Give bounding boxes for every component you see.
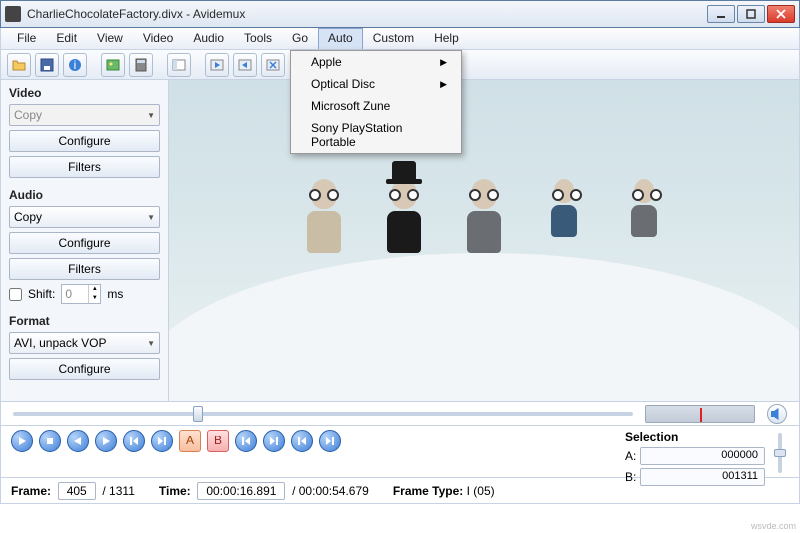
prev-keyframe-button[interactable] xyxy=(123,430,145,452)
frame-current[interactable]: 405 xyxy=(58,482,96,500)
shift-unit: ms xyxy=(107,287,123,301)
audio-filters-button[interactable]: Filters xyxy=(9,258,160,280)
next-keyframe-button[interactable] xyxy=(151,430,173,452)
auto-menu-zune[interactable]: Microsoft Zune xyxy=(291,95,461,117)
time-total: / 00:00:54.679 xyxy=(292,484,369,498)
watermark: wsvde.com xyxy=(751,521,796,531)
video-configure-button[interactable]: Configure xyxy=(9,130,160,152)
audio-section: Audio Copy▼ Configure Filters Shift: 0▲▼… xyxy=(9,188,160,304)
save-icon[interactable] xyxy=(35,53,59,77)
chevron-down-icon: ▼ xyxy=(147,111,155,120)
seek-a-icon[interactable] xyxy=(205,53,229,77)
maximize-button[interactable] xyxy=(737,5,765,23)
audio-label: Audio xyxy=(9,188,160,202)
menu-audio[interactable]: Audio xyxy=(183,28,234,49)
audio-codec-select[interactable]: Copy▼ xyxy=(9,206,160,228)
audio-configure-button[interactable]: Configure xyxy=(9,232,160,254)
frametype-label: Frame Type: xyxy=(393,484,463,498)
frame-label: Frame: xyxy=(11,484,51,498)
open-icon[interactable] xyxy=(7,53,31,77)
chevron-down-icon: ▼ xyxy=(147,339,155,348)
controls-row: A B Selection A:000000 B:001311 xyxy=(0,426,800,478)
timeline-thumb[interactable] xyxy=(193,406,203,422)
volume-icon[interactable] xyxy=(767,404,787,424)
app-icon xyxy=(5,6,21,22)
prev-frame-button[interactable] xyxy=(67,430,89,452)
auto-menu-apple[interactable]: Apple▶ xyxy=(291,51,461,73)
format-label: Format xyxy=(9,314,160,328)
submenu-arrow-icon: ▶ xyxy=(440,57,447,68)
set-marker-a-button[interactable]: A xyxy=(179,430,201,452)
format-select[interactable]: AVI, unpack VOP▼ xyxy=(9,332,160,354)
video-preview xyxy=(169,80,799,401)
svg-text:B: B xyxy=(214,436,222,446)
timeline-row xyxy=(0,402,800,426)
selection-b-label: B: xyxy=(625,470,636,484)
frame-total: / 1311 xyxy=(102,484,134,498)
video-section: Video Copy▼ Configure Filters xyxy=(9,86,160,178)
menu-bar: File Edit View Video Audio Tools Go Auto… xyxy=(0,28,800,50)
scrub-wheel[interactable] xyxy=(645,405,755,423)
window-title: CharlieChocolateFactory.divx - Avidemux xyxy=(27,7,707,21)
playback-controls: A B xyxy=(11,430,625,477)
selection-b-value[interactable]: 001311 xyxy=(640,468,765,486)
cut-icon[interactable] xyxy=(261,53,285,77)
next-black-frame-button[interactable] xyxy=(263,430,285,452)
panel-icon[interactable] xyxy=(167,53,191,77)
shift-spinner[interactable]: 0▲▼ xyxy=(61,284,101,304)
menu-file[interactable]: File xyxy=(7,28,46,49)
set-marker-b-button[interactable]: B xyxy=(207,430,229,452)
stop-button[interactable] xyxy=(39,430,61,452)
seek-b-icon[interactable] xyxy=(233,53,257,77)
calculator-icon[interactable] xyxy=(129,53,153,77)
auto-menu-optical-disc[interactable]: Optical Disc▶ xyxy=(291,73,461,95)
next-frame-button[interactable] xyxy=(95,430,117,452)
first-frame-button[interactable] xyxy=(291,430,313,452)
svg-text:i: i xyxy=(74,58,77,72)
timeline-slider[interactable] xyxy=(13,412,633,416)
last-frame-button[interactable] xyxy=(319,430,341,452)
picture-icon[interactable] xyxy=(101,53,125,77)
audio-shift-row: Shift: 0▲▼ ms xyxy=(9,284,160,304)
shift-label: Shift: xyxy=(28,287,55,301)
menu-go[interactable]: Go xyxy=(282,28,318,49)
selection-a-label: A: xyxy=(625,449,636,463)
time-label: Time: xyxy=(159,484,191,498)
auto-menu-dropdown: Apple▶ Optical Disc▶ Microsoft Zune Sony… xyxy=(290,50,462,154)
window-controls xyxy=(707,5,795,23)
format-section: Format AVI, unpack VOP▼ Configure xyxy=(9,314,160,380)
title-bar: CharlieChocolateFactory.divx - Avidemux xyxy=(0,0,800,28)
prev-black-frame-button[interactable] xyxy=(235,430,257,452)
format-configure-button[interactable]: Configure xyxy=(9,358,160,380)
volume-slider[interactable] xyxy=(771,430,789,476)
video-filters-button[interactable]: Filters xyxy=(9,156,160,178)
menu-help[interactable]: Help xyxy=(424,28,469,49)
menu-tools[interactable]: Tools xyxy=(234,28,282,49)
info-icon[interactable]: i xyxy=(63,53,87,77)
menu-custom[interactable]: Custom xyxy=(363,28,424,49)
selection-a-value[interactable]: 000000 xyxy=(640,447,765,465)
selection-box: Selection A:000000 B:001311 xyxy=(625,430,765,477)
auto-menu-psp[interactable]: Sony PlayStation Portable xyxy=(291,117,461,153)
menu-view[interactable]: View xyxy=(87,28,133,49)
submenu-arrow-icon: ▶ xyxy=(440,79,447,90)
frametype-value: I (05) xyxy=(467,484,495,498)
shift-checkbox[interactable] xyxy=(9,288,22,301)
menu-video[interactable]: Video xyxy=(133,28,183,49)
video-codec-select[interactable]: Copy▼ xyxy=(9,104,160,126)
menu-edit[interactable]: Edit xyxy=(46,28,87,49)
sidebar: Video Copy▼ Configure Filters Audio Copy… xyxy=(1,80,169,401)
chevron-down-icon: ▼ xyxy=(147,213,155,222)
play-button[interactable] xyxy=(11,430,33,452)
video-label: Video xyxy=(9,86,160,100)
menu-auto[interactable]: Auto xyxy=(318,28,363,49)
close-button[interactable] xyxy=(767,5,795,23)
selection-title: Selection xyxy=(625,430,765,444)
svg-text:A: A xyxy=(186,436,194,446)
minimize-button[interactable] xyxy=(707,5,735,23)
time-current[interactable]: 00:00:16.891 xyxy=(197,482,285,500)
